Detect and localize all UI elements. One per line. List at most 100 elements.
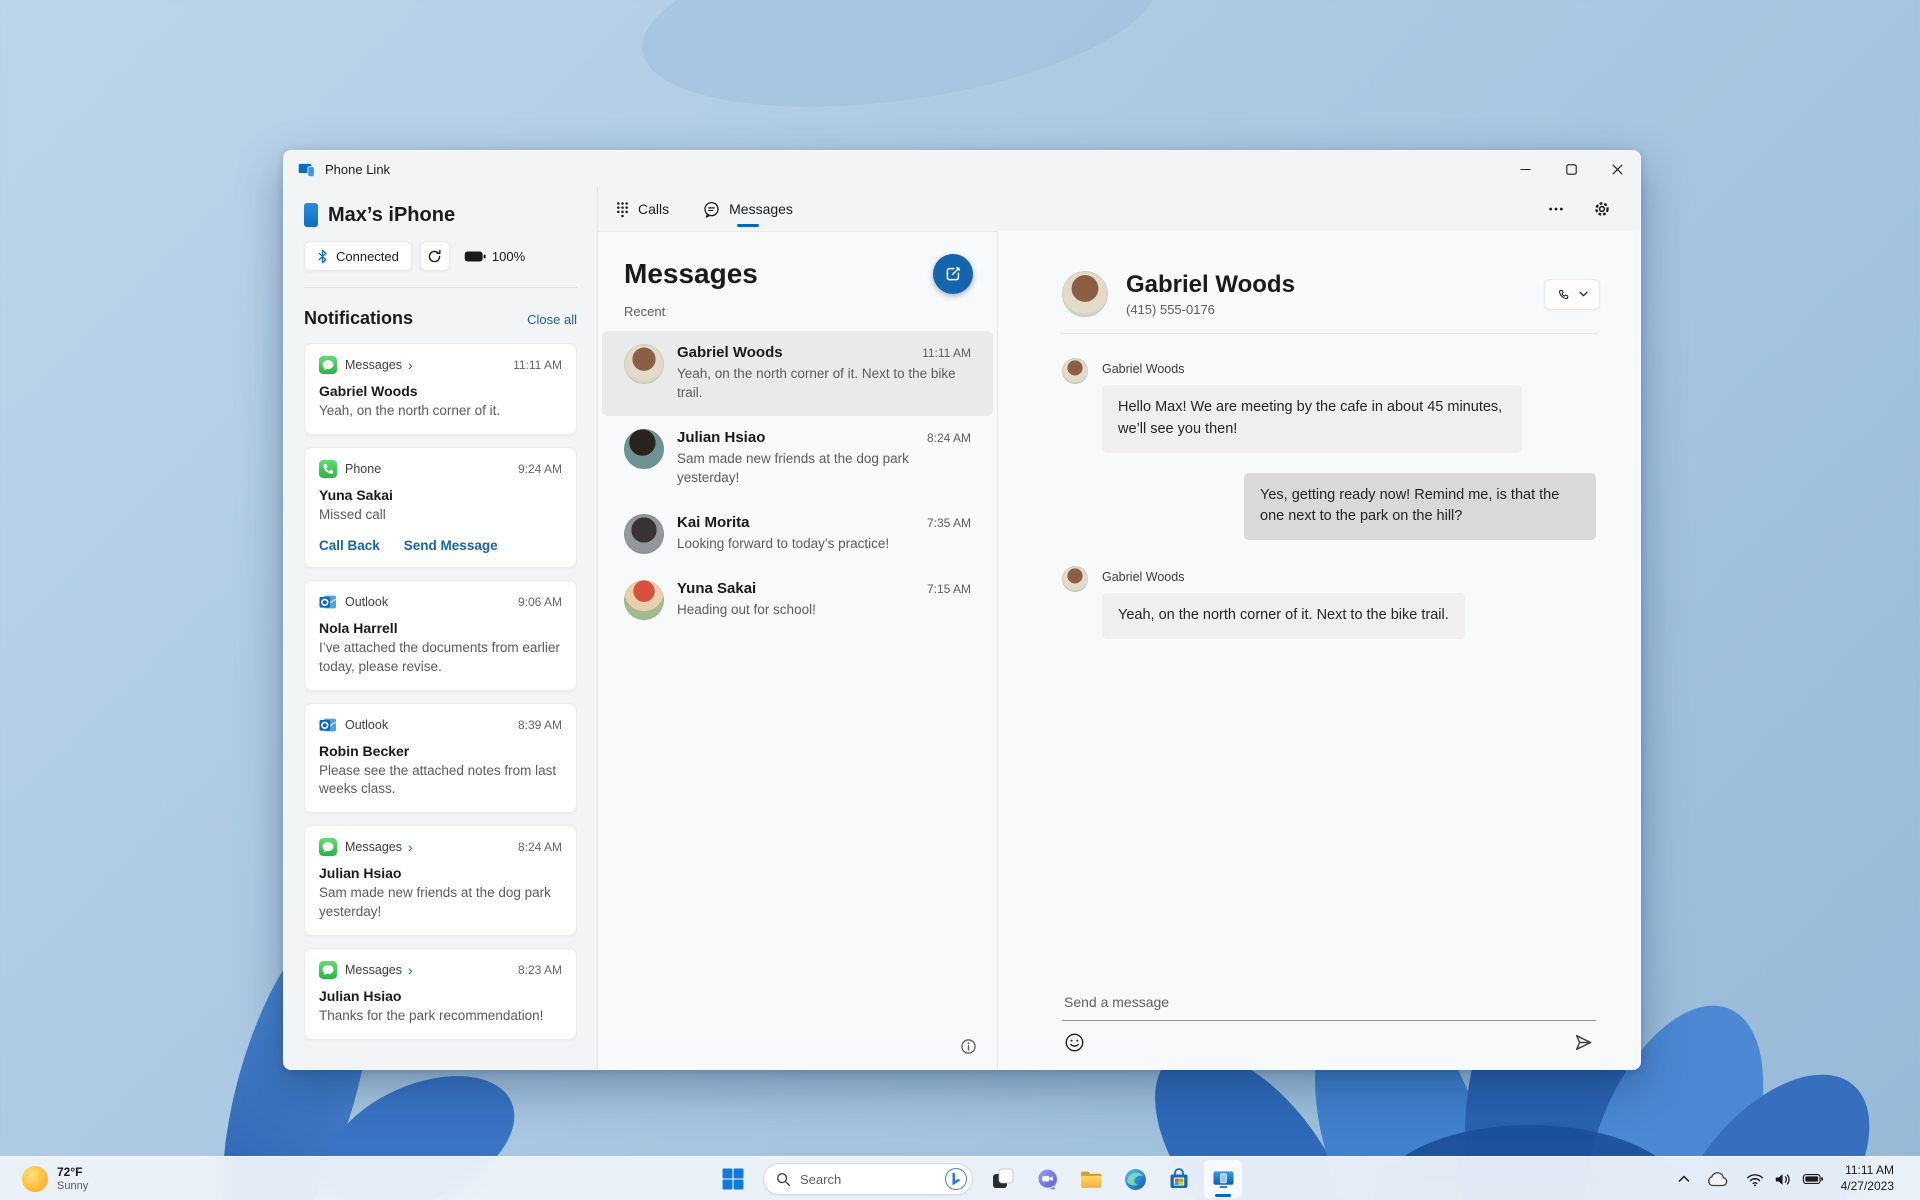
task-view-button[interactable] (983, 1159, 1023, 1199)
notification-title: Yuna Sakai (319, 487, 393, 504)
notification-card[interactable]: Messages › 11:11 AM Gabriel Woods Yeah, … (304, 343, 577, 436)
new-message-button[interactable] (933, 254, 973, 294)
conversation-time: 8:24 AM (926, 430, 971, 445)
call-icon (1556, 287, 1571, 302)
close-all-link[interactable]: Close all (527, 312, 577, 327)
send-button[interactable] (1573, 1032, 1594, 1053)
chevron-right-icon: › (407, 839, 413, 856)
connection-status-chip: Connected (304, 241, 412, 271)
send-message-input[interactable] (1062, 988, 1596, 1021)
edge-button[interactable] (1115, 1159, 1155, 1199)
notification-app-label: Messages (345, 840, 402, 855)
notification-body: Sam made new friends at the dog park yes… (319, 885, 551, 919)
more-button[interactable] (1540, 193, 1572, 225)
clock[interactable]: 11:11 AM 4/27/2023 (1835, 1163, 1894, 1194)
weather-widget[interactable]: 72°F Sunny (14, 1157, 96, 1200)
phone-link-taskbar-button[interactable] (1203, 1159, 1243, 1199)
notification-title: Julian Hsiao (319, 865, 402, 882)
notification-card[interactable]: Phone 9:24 AM Yuna Sakai Missed call Cal… (304, 447, 577, 569)
settings-button[interactable] (1586, 193, 1618, 225)
content-row: Messages Recent Gabriel Woods 11:11 AM Y… (598, 231, 1640, 1069)
conversation-item[interactable]: Yuna Sakai 7:15 AM Heading out for schoo… (602, 567, 993, 633)
messages-app-icon (319, 838, 337, 857)
close-button[interactable] (1594, 151, 1640, 187)
taskbar-center: Search (713, 1157, 1243, 1200)
notification-time: 8:39 AM (517, 717, 562, 732)
tray-overflow-button[interactable] (1673, 1161, 1695, 1197)
notification-title: Gabriel Woods (319, 383, 418, 399)
conversation-preview: Sam made new friends at the dog park yes… (677, 450, 909, 485)
chevron-right-icon: › (407, 357, 413, 373)
notification-card[interactable]: Outlook 8:39 AM Robin Becker Please see … (304, 702, 577, 814)
window-title: Phone Link (325, 161, 391, 177)
conversation-time: 7:15 AM (926, 581, 971, 596)
onedrive-button[interactable] (1701, 1161, 1735, 1197)
quick-settings-button[interactable] (1741, 1161, 1829, 1197)
notification-app-label: Messages (345, 962, 402, 977)
tab-calls[interactable]: Calls (612, 187, 673, 231)
messages-app-icon (319, 356, 337, 374)
wifi-icon (1746, 1172, 1764, 1187)
conversation-name: Kai Morita (677, 513, 750, 531)
messages-panel-title: Messages (624, 258, 758, 289)
incoming-message-row: Gabriel Woods Hello Max! We are meeting … (1062, 358, 1596, 453)
conversation-preview: Heading out for school! (677, 601, 816, 617)
tab-messages[interactable]: Messages (699, 187, 797, 231)
notification-card[interactable]: Messages › 8:23 AM Julian Hsiao Thanks f… (304, 947, 577, 1040)
minimize-button[interactable] (1502, 151, 1548, 187)
onedrive-cloud-icon (1707, 1172, 1727, 1187)
titlebar: Phone Link (284, 151, 1640, 187)
phone-link-window: Phone Link Max’s iPhone Connected 100% N… (283, 150, 1641, 1070)
call-back-link[interactable]: Call Back (319, 538, 380, 553)
incoming-message-row: Gabriel Woods Yeah, on the north corner … (1062, 566, 1596, 639)
sun-icon (22, 1166, 48, 1192)
messages-app-icon (319, 960, 337, 979)
chevron-down-icon (1579, 291, 1588, 297)
bing-icon (945, 1168, 967, 1190)
notification-app-label: Messages (345, 358, 402, 372)
search-icon (776, 1172, 791, 1187)
chat-contact-number: (415) 555-0176 (1126, 302, 1215, 317)
device-header: Max’s iPhone (304, 201, 577, 241)
send-message-link[interactable]: Send Message (404, 538, 498, 553)
maximize-button[interactable] (1548, 151, 1594, 187)
avatar-yuna-sakai (624, 579, 664, 620)
input-actions (1062, 1021, 1596, 1055)
bluetooth-icon (317, 249, 328, 264)
chevron-up-icon (1678, 1175, 1689, 1182)
notification-body: Please see the attached notes from last … (319, 762, 557, 797)
notification-card[interactable]: Outlook 9:06 AM Nola Harrell I’ve attach… (304, 580, 577, 691)
conversation-preview: Yeah, on the north corner of it. Next to… (677, 366, 956, 400)
emoji-button[interactable] (1064, 1032, 1085, 1053)
notification-title: Nola Harrell (319, 620, 398, 637)
conversation-time: 11:11 AM (922, 346, 971, 360)
weather-condition: Sunny (57, 1179, 89, 1192)
start-button[interactable] (713, 1159, 753, 1199)
refresh-button[interactable] (419, 241, 450, 271)
call-button[interactable] (1544, 278, 1600, 310)
conversation-item[interactable]: Julian Hsiao 8:24 AM Sam made new friend… (602, 416, 993, 501)
battery-icon (464, 250, 486, 263)
chat-contact-name: Gabriel Woods (1126, 271, 1295, 298)
notification-body: I’ve attached the documents from earlier… (319, 640, 560, 674)
phone-link-logo-icon (298, 161, 315, 178)
store-button[interactable] (1159, 1159, 1199, 1199)
notification-body: Thanks for the park recommendation! (319, 1007, 544, 1023)
system-tray: 11:11 AM 4/27/2023 (1673, 1157, 1894, 1200)
tab-messages-label: Messages (729, 201, 793, 217)
avatar-gabriel-woods (1062, 566, 1088, 592)
info-button[interactable] (955, 1033, 981, 1059)
notification-title: Robin Becker (319, 742, 410, 759)
battery-status: 100% (464, 249, 525, 264)
file-explorer-button[interactable] (1071, 1159, 1111, 1199)
conversation-item[interactable]: Kai Morita 7:35 AM Looking forward to to… (602, 501, 993, 567)
conversation-item[interactable]: Gabriel Woods 11:11 AM Yeah, on the nort… (602, 331, 993, 416)
taskbar-search[interactable]: Search (763, 1163, 973, 1195)
conversation-name: Julian Hsiao (677, 428, 766, 446)
notification-card[interactable]: Messages › 8:24 AM Julian Hsiao Sam made… (304, 825, 577, 936)
tab-bar: Calls Messages (598, 187, 1640, 231)
recent-section-label: Recent (624, 304, 666, 319)
tab-calls-label: Calls (638, 201, 670, 217)
chat-teams-button[interactable] (1027, 1159, 1067, 1199)
taskbar: 72°F Sunny Search 11:11 AM 4/27/2023 (0, 1156, 1920, 1200)
